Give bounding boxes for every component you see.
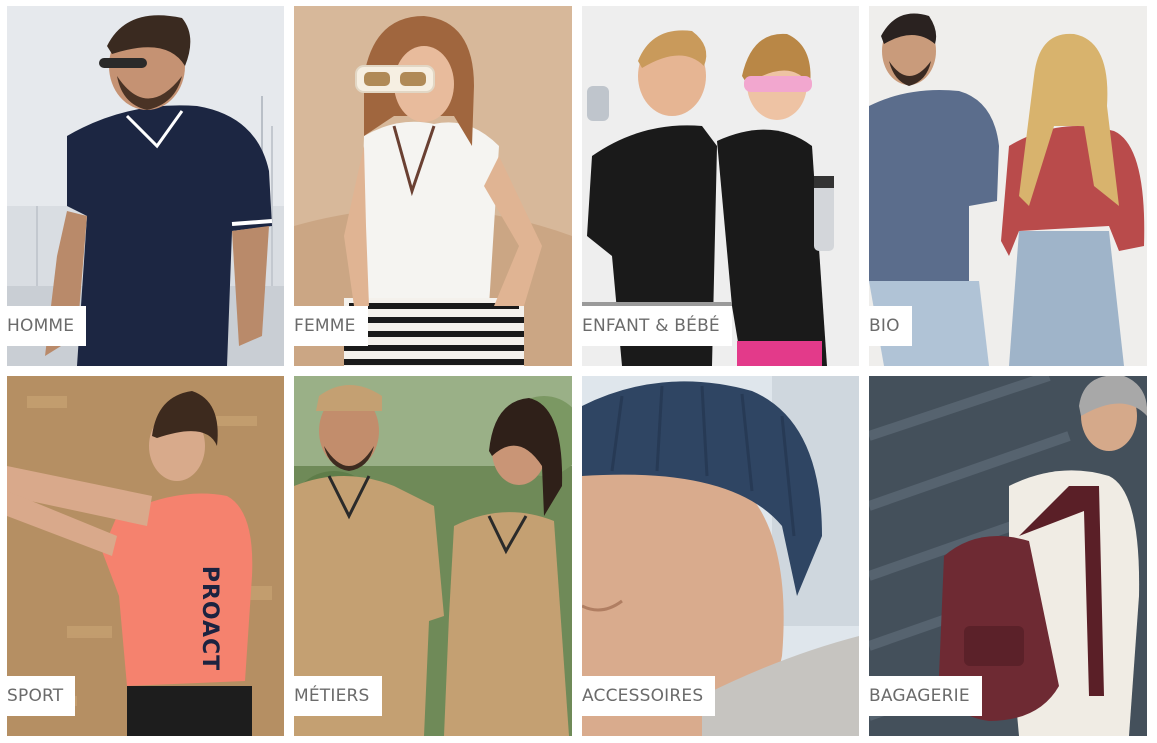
- category-label-text: MÉTIERS: [294, 686, 370, 706]
- category-label-metiers: MÉTIERS: [294, 676, 382, 716]
- category-label-text: ENFANT & BÉBÉ: [582, 316, 720, 336]
- category-tile-enfant-bebe[interactable]: ENFANT & BÉBÉ: [582, 6, 859, 366]
- category-label-femme: FEMME: [294, 306, 368, 346]
- category-label-accessoires: ACCESSOIRES: [582, 676, 716, 716]
- category-label-homme: HOMME: [7, 306, 87, 346]
- category-label-text: BAGAGERIE: [869, 686, 970, 706]
- category-label-text: ACCESSOIRES: [582, 686, 704, 706]
- label-accent-strip: [582, 302, 732, 306]
- category-label-sport: SPORT: [7, 676, 76, 716]
- category-label-text: HOMME: [7, 316, 75, 336]
- category-label-text: BIO: [869, 316, 900, 336]
- category-tile-accessoires[interactable]: ACCESSOIRES: [582, 376, 859, 736]
- category-tile-bio[interactable]: BIO: [869, 6, 1147, 366]
- category-tile-metiers[interactable]: MÉTIERS: [294, 376, 572, 736]
- category-label-enfant-bebe: ENFANT & BÉBÉ: [582, 302, 732, 346]
- category-tile-sport[interactable]: PROACT SPORT: [7, 376, 284, 736]
- category-grid: HOMME FEMME ENFANT & BÉBÉ BIO PROACT SPO…: [0, 0, 1157, 743]
- category-tile-bagagerie[interactable]: BAGAGERIE: [869, 376, 1147, 736]
- category-label-bagagerie: BAGAGERIE: [869, 676, 982, 716]
- sport-shirt-print-text: PROACT: [197, 565, 223, 672]
- category-tile-femme[interactable]: FEMME: [294, 6, 572, 366]
- category-label-text: SPORT: [7, 686, 64, 706]
- category-tile-homme[interactable]: HOMME: [7, 6, 284, 366]
- category-label-text: FEMME: [294, 316, 356, 336]
- sport-shirt-print: PROACT: [195, 566, 225, 676]
- category-label-bio: BIO: [869, 306, 912, 346]
